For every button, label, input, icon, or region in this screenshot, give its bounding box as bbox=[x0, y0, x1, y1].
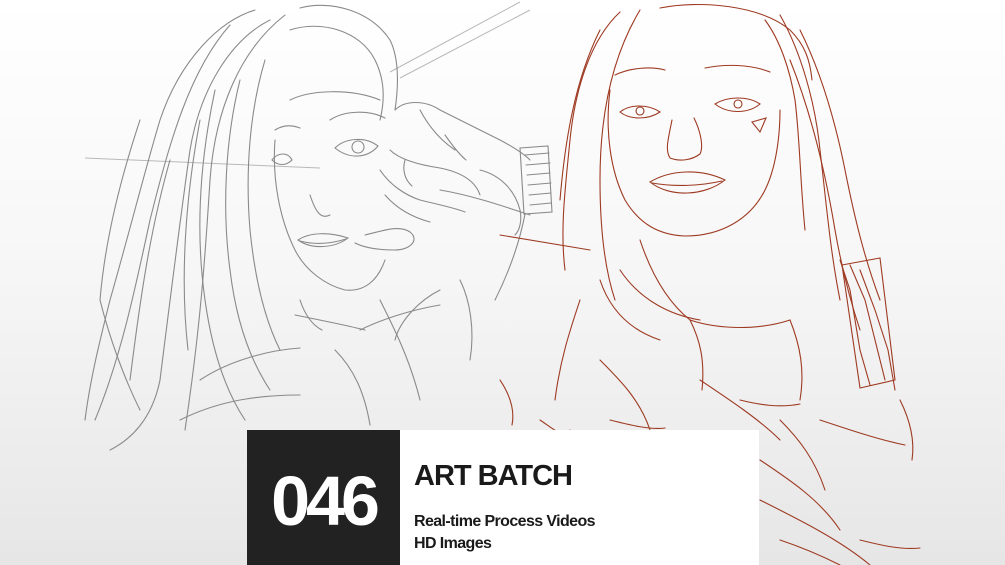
art-batch-thumbnail: 046 ART BATCH Real-time Process Videos H… bbox=[0, 0, 1005, 565]
feature-line-videos: Real-time Process Videos bbox=[414, 513, 596, 530]
left-sketch bbox=[84, 4, 553, 451]
batch-info-box: ART BATCH Real-time Process Videos HD Im… bbox=[400, 430, 759, 565]
batch-number-box: 046 bbox=[247, 430, 400, 565]
batch-number: 046 bbox=[271, 461, 380, 540]
feature-line-images: HD Images bbox=[414, 535, 492, 552]
batch-banner: 046 ART BATCH Real-time Process Videos H… bbox=[247, 430, 759, 565]
batch-title: ART BATCH bbox=[414, 460, 573, 492]
